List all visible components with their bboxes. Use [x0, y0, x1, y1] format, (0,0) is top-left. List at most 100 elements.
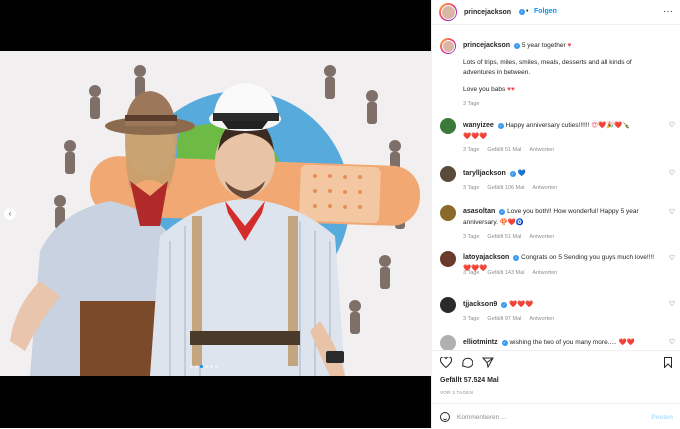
comments-list: princejackson ✓ 5 year together ♥ Lots of…: [432, 25, 680, 350]
comment-input[interactable]: [457, 410, 637, 424]
comment-meta: 3 Tage Gefällt 51 Mal Antworten: [463, 147, 562, 153]
commenter-username[interactable]: tjjackson9: [463, 301, 497, 308]
media-panel: ‹: [0, 0, 431, 428]
comment-text: Congrats on 5 Sending you guys much love…: [521, 254, 655, 261]
comment-time: 3 Tage: [463, 147, 480, 153]
add-comment-bar: Posten: [432, 403, 680, 429]
comment-emoji: ❤️❤️❤️: [509, 300, 534, 308]
carousel-dot: [210, 365, 213, 368]
comment-meta: 3 Tage Gefällt 106 Mal Antworten: [463, 185, 565, 191]
comment-emoji: 💙: [517, 169, 526, 177]
comment-text: Happy anniversary cuties!!!!!!: [505, 122, 590, 129]
comment-likes-link[interactable]: Gefällt 143 Mal: [487, 270, 524, 276]
caption-body: princejackson ✓ 5 year together ♥: [463, 41, 659, 51]
like-heart-icon[interactable]: [440, 357, 452, 368]
carousel-dot: [190, 365, 193, 368]
comment-like-icon[interactable]: ♡: [668, 122, 676, 130]
heart-emoji: ♥: [567, 42, 572, 49]
verified-badge-icon: ✓: [499, 209, 506, 215]
comment-body: asasoltan ✓ Love you both!! How wonderful…: [463, 207, 659, 228]
more-options-icon[interactable]: ···: [663, 6, 673, 17]
post-header: princejackson ✓ • Folgen ···: [432, 0, 680, 25]
share-send-icon[interactable]: [482, 357, 494, 368]
caption-avatar[interactable]: [440, 38, 456, 54]
comment-body: tjjackson9 ✓ ❤️❤️❤️: [463, 299, 659, 310]
reply-button[interactable]: Antworten: [532, 185, 557, 191]
emoji-picker-icon[interactable]: [440, 412, 450, 422]
verified-badge-icon: ✓: [497, 123, 504, 129]
commenter-username[interactable]: asasoltan: [463, 208, 495, 215]
verified-badge-icon: ✓: [519, 9, 525, 15]
follow-button[interactable]: Folgen: [534, 8, 557, 15]
comment-meta: 3 Tage Gefällt 51 Mal Antworten: [463, 234, 562, 240]
commenter-username[interactable]: wanyizee: [463, 122, 494, 129]
verified-badge-icon: ✓: [514, 43, 521, 49]
caption-line1: Lots of trips, miles, smiles, meals, des…: [463, 59, 632, 76]
verified-badge-icon: ✓: [501, 302, 508, 308]
carousel-prev-button[interactable]: ‹: [4, 208, 16, 220]
commenter-username[interactable]: elliotmintz: [463, 339, 498, 346]
carousel-indicator: [190, 365, 218, 368]
comment-emoji: 😍❤️🎉❤️🍾: [591, 121, 631, 129]
verified-badge-icon: ✓: [509, 171, 516, 177]
commenter-avatar[interactable]: [440, 251, 456, 267]
carousel-dot: [205, 365, 208, 368]
hearts-emoji: ♥♥: [507, 86, 515, 93]
comment-like-icon[interactable]: ♡: [668, 209, 676, 217]
commenter-avatar[interactable]: [440, 297, 456, 313]
author-avatar[interactable]: [439, 3, 457, 21]
comment-like-icon[interactable]: ♡: [668, 339, 676, 347]
reply-button[interactable]: Antworten: [529, 147, 554, 153]
commenter-avatar[interactable]: [440, 335, 456, 350]
post-comment-button[interactable]: Posten: [651, 414, 673, 421]
carousel-dot: [215, 365, 218, 368]
comment-time: 3 Tage: [463, 316, 480, 322]
carousel-dot: [195, 365, 198, 368]
reply-button[interactable]: Antworten: [529, 316, 554, 322]
post-modal: ‹ princejackson ✓ • Folgen ··· princejac…: [0, 0, 680, 428]
comment-emoji: ❤️❤️: [618, 338, 635, 346]
commenter-avatar[interactable]: [440, 118, 456, 134]
comment-body: elliotmintz ✓ wishing the two of you many…: [463, 337, 659, 348]
caption-line2: Love you babs: [463, 86, 506, 93]
caption-username[interactable]: princejackson: [463, 42, 510, 49]
post-photo[interactable]: [0, 51, 431, 376]
comment-meta: 3 Tage Gefällt 97 Mal Antworten: [463, 316, 562, 322]
comment-bubble-icon[interactable]: [461, 357, 473, 368]
caption-line2-wrap: Love you babs ♥♥: [463, 85, 659, 95]
likes-count[interactable]: Gefällt 57.524 Mal: [440, 377, 499, 384]
comment-time: 3 Tage: [463, 270, 480, 276]
action-bar: Gefällt 57.524 Mal VOR 3 TAGEN Posten: [432, 350, 680, 428]
comment-like-icon[interactable]: ♡: [668, 301, 676, 309]
verified-badge-icon: ✓: [501, 340, 508, 346]
comment-body: tarylljackson ✓ 💙: [463, 168, 659, 179]
caption-title: 5 year together: [521, 42, 566, 49]
comment-like-icon[interactable]: ♡: [668, 255, 676, 263]
commenter-avatar[interactable]: [440, 166, 456, 182]
comment-body: wanyizee ✓ Happy anniversary cuties!!!!!!…: [463, 120, 659, 142]
commenter-avatar[interactable]: [440, 205, 456, 221]
comment-likes-link[interactable]: Gefällt 106 Mal: [487, 185, 524, 191]
comment-like-icon[interactable]: ♡: [668, 170, 676, 178]
reply-button[interactable]: Antworten: [532, 270, 557, 276]
comment-emoji-line2: ❤️❤️❤️: [463, 132, 488, 140]
carousel-dot: [200, 365, 203, 368]
post-sidebar: princejackson ✓ • Folgen ··· princejacks…: [431, 0, 680, 428]
caption-time: 3 Tage: [463, 101, 480, 107]
reply-button[interactable]: Antworten: [529, 234, 554, 240]
photo-illustration: [0, 51, 431, 376]
comment-meta: 3 Tage Gefällt 143 Mal Antworten: [463, 270, 565, 276]
bookmark-icon[interactable]: [663, 357, 673, 368]
header-separator: •: [526, 8, 529, 15]
commenter-username[interactable]: latoyajackson: [463, 254, 509, 261]
comment-time: 3 Tage: [463, 185, 480, 191]
commenter-username[interactable]: tarylljackson: [463, 170, 506, 177]
author-username[interactable]: princejackson: [464, 9, 511, 16]
comment-likes-link[interactable]: Gefällt 51 Mal: [487, 147, 521, 153]
post-date: VOR 3 TAGEN: [440, 390, 474, 395]
comment-likes-link[interactable]: Gefällt 51 Mal: [487, 234, 521, 240]
comment-time: 3 Tage: [463, 234, 480, 240]
verified-badge-icon: ✓: [513, 255, 520, 261]
comment-emoji: 🍄❤️🧿: [499, 218, 525, 226]
comment-likes-link[interactable]: Gefällt 97 Mal: [487, 316, 521, 322]
